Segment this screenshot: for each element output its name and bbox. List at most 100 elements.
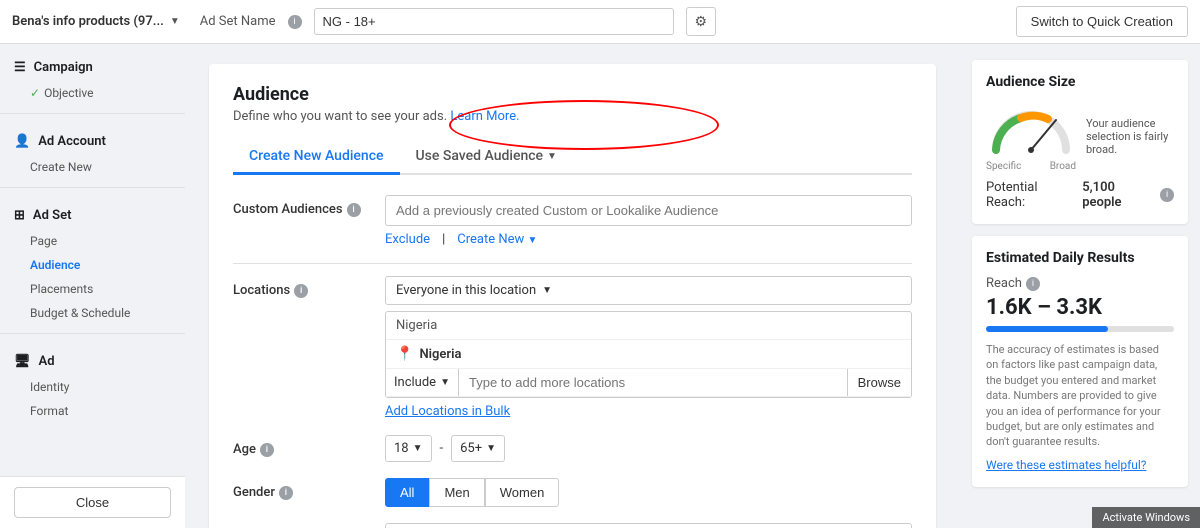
switch-to-quick-creation-button[interactable]: Switch to Quick Creation: [1016, 6, 1188, 37]
audience-card: Audience Define who you want to see your…: [209, 64, 936, 528]
sidebar-format-label: Format: [30, 404, 68, 418]
audience-size-card: Audience Size Specific: [972, 60, 1188, 224]
sidebar-ad-account-label: Ad Account: [38, 134, 106, 149]
info-icon[interactable]: i: [1160, 188, 1174, 202]
sidebar-identity-label: Identity: [30, 380, 69, 394]
reach-label-row: Reach i: [986, 276, 1174, 291]
languages-control: [385, 523, 912, 528]
divider: [233, 263, 912, 264]
info-icon[interactable]: i: [1026, 277, 1040, 291]
potential-reach: Potential Reach: 5,100 people i: [986, 180, 1174, 210]
sidebar-ad-set-header[interactable]: ⊞ Ad Set: [0, 202, 185, 229]
age-selector-row: 18 ▼ - 65+ ▼: [385, 435, 912, 462]
gear-button[interactable]: ⚙: [686, 7, 717, 36]
chevron-down-icon: ▼: [486, 443, 496, 454]
locations-label: Locations i: [233, 276, 373, 298]
sidebar-item-create-new-account[interactable]: Create New: [0, 155, 185, 179]
exclude-link[interactable]: Exclude: [385, 232, 430, 247]
age-control: 18 ▼ - 65+ ▼: [385, 435, 912, 462]
gender-men-button[interactable]: Men: [429, 478, 484, 507]
gauge-wrap: Specific Broad: [986, 100, 1076, 172]
sidebar-ad-header[interactable]: 🖥 Ad: [0, 348, 185, 375]
gender-all-button[interactable]: All: [385, 478, 429, 507]
audience-size-title: Audience Size: [986, 74, 1174, 90]
location-dropdown[interactable]: Everyone in this location ▼: [385, 276, 912, 305]
languages-label: Languages i: [233, 523, 373, 528]
learn-more-link[interactable]: Learn More.: [450, 109, 519, 124]
location-type-input[interactable]: [459, 369, 847, 396]
sidebar-ad-account-header[interactable]: 👤 Ad Account: [0, 128, 185, 155]
chevron-down-icon: ▼: [547, 151, 557, 162]
content-area: Audience Define who you want to see your…: [185, 44, 960, 528]
sidebar-audience-label: Audience: [30, 258, 80, 272]
gauge-container: Specific Broad Your audience selection i…: [986, 100, 1174, 172]
separator: |: [442, 232, 445, 247]
sidebar-item-format[interactable]: Format: [0, 399, 185, 423]
add-locations-bulk-link[interactable]: Add Locations in Bulk: [385, 404, 912, 419]
gender-selector-row: All Men Women: [385, 478, 912, 507]
info-icon[interactable]: i: [279, 486, 293, 500]
tab-create-new-audience[interactable]: Create New Audience: [233, 140, 400, 175]
gender-women-button[interactable]: Women: [485, 478, 560, 507]
ad-set-name-input[interactable]: [314, 8, 674, 35]
gauge-chart: [986, 100, 1076, 155]
gender-row: Gender i All Men Women: [233, 478, 912, 507]
create-new-link[interactable]: Create New ▼: [457, 232, 537, 247]
sidebar-item-objective[interactable]: ✓ Objective: [0, 81, 185, 105]
sidebar-item-placements[interactable]: Placements: [0, 277, 185, 301]
activate-windows-notice: Activate Windows: [1092, 507, 1200, 528]
info-icon: i: [288, 15, 302, 29]
sidebar-item-identity[interactable]: Identity: [0, 375, 185, 399]
age-max-select[interactable]: 65+ ▼: [451, 435, 505, 462]
right-panel: Audience Size Specific: [960, 44, 1200, 528]
account-selector[interactable]: Bena's info products (97... ▼: [12, 14, 180, 29]
disclaimer-text: The accuracy of estimates is based on fa…: [986, 342, 1174, 450]
sidebar-page-label: Page: [30, 234, 57, 248]
ad-account-icon: 👤: [14, 134, 30, 149]
custom-audience-input[interactable]: [385, 195, 912, 226]
browse-button[interactable]: Browse: [847, 369, 911, 396]
custom-audiences-row: Custom Audiences i Exclude | Create New …: [233, 195, 912, 247]
sidebar-item-budget-schedule[interactable]: Budget & Schedule: [0, 301, 185, 325]
info-icon[interactable]: i: [294, 284, 308, 298]
chevron-down-icon: ▼: [170, 16, 180, 27]
sidebar-campaign-header[interactable]: ☰ Campaign: [0, 54, 185, 81]
audience-tabs: Create New Audience Use Saved Audience ▼: [233, 140, 912, 175]
sidebar-item-page[interactable]: Page: [0, 229, 185, 253]
age-min-select[interactable]: 18 ▼: [385, 435, 432, 462]
daily-results-title: Estimated Daily Results: [986, 250, 1174, 266]
tab-create-label: Create New Audience: [249, 148, 384, 164]
sidebar-ad-label: Ad: [39, 354, 55, 369]
location-search-result: Nigeria: [386, 312, 911, 340]
close-button-wrap: Close: [0, 476, 185, 528]
sidebar-placements-label: Placements: [30, 282, 93, 296]
gauge-labels: Specific Broad: [986, 161, 1076, 172]
custom-audiences-control: Exclude | Create New ▼: [385, 195, 912, 247]
sidebar-ad-set-label: Ad Set: [33, 208, 72, 223]
include-select[interactable]: Include ▼: [386, 369, 459, 396]
locations-row: Locations i Everyone in this location ▼ …: [233, 276, 912, 419]
ad-icon: 🖥: [14, 354, 31, 369]
close-button[interactable]: Close: [14, 487, 171, 518]
sidebar-campaign-label: Campaign: [34, 60, 93, 75]
daily-results-card: Estimated Daily Results Reach i 1.6K – 3…: [972, 236, 1188, 487]
location-selected: 📍 Nigeria: [386, 340, 911, 369]
age-range-separator: -: [440, 441, 444, 456]
tab-use-saved-audience[interactable]: Use Saved Audience ▼: [400, 140, 573, 175]
audience-actions: Exclude | Create New ▼: [385, 232, 912, 247]
sidebar-budget-label: Budget & Schedule: [30, 306, 130, 320]
helpful-link[interactable]: Were these estimates helpful?: [986, 458, 1146, 472]
languages-input[interactable]: [385, 523, 912, 528]
potential-reach-label: Potential Reach:: [986, 180, 1078, 210]
ad-set-label: Ad Set Name: [200, 14, 276, 29]
location-pin-icon: 📍: [396, 346, 413, 362]
ad-set-icon: ⊞: [14, 208, 25, 223]
reach-range: 1.6K – 3.3K: [986, 295, 1174, 320]
info-icon[interactable]: i: [347, 203, 361, 217]
sidebar-item-audience[interactable]: Audience: [0, 253, 185, 277]
custom-audiences-label: Custom Audiences i: [233, 195, 373, 217]
check-icon: ✓: [30, 86, 40, 100]
info-icon[interactable]: i: [260, 443, 274, 457]
location-box: Nigeria 📍 Nigeria Include ▼: [385, 311, 912, 398]
age-row: Age i 18 ▼ - 65+ ▼: [233, 435, 912, 462]
